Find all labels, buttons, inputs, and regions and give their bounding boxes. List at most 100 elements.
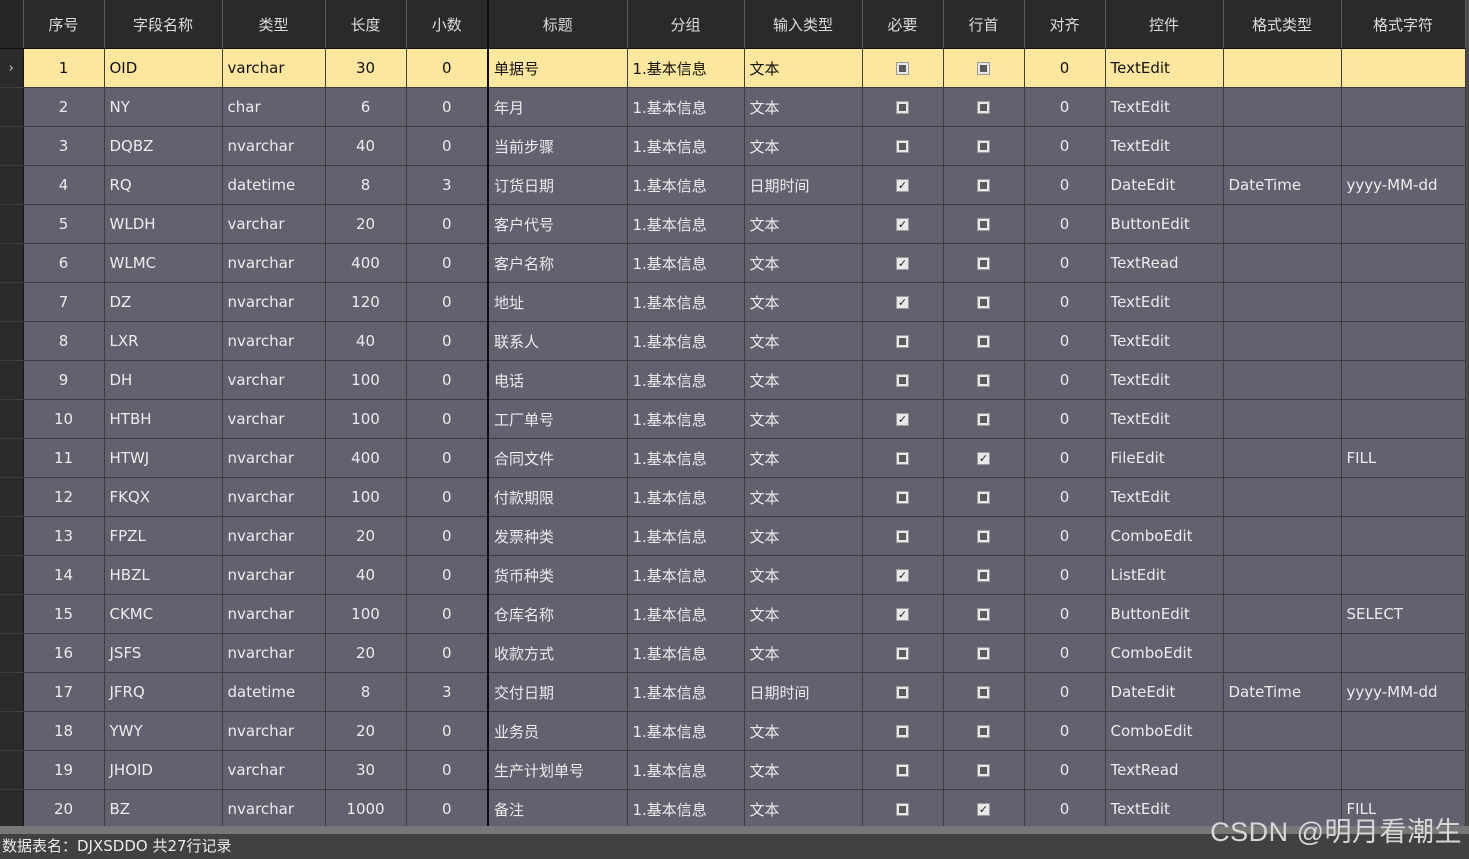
cell-control[interactable]: TextEdit: [1105, 477, 1224, 517]
cell-align[interactable]: 0: [1024, 711, 1106, 751]
cell-group[interactable]: 1.基本信息: [627, 48, 745, 88]
cell-seq[interactable]: 17: [23, 672, 105, 712]
cell-group[interactable]: 1.基本信息: [627, 789, 745, 826]
unchecked-checkbox[interactable]: [977, 530, 990, 543]
cell-length[interactable]: 120: [325, 282, 407, 322]
row-indicator[interactable]: [0, 321, 24, 361]
cell-decimal[interactable]: 0: [406, 126, 489, 166]
cell-group[interactable]: 1.基本信息: [627, 360, 745, 400]
cell-required[interactable]: [862, 633, 944, 673]
cell-group[interactable]: 1.基本信息: [627, 633, 745, 673]
cell-length[interactable]: 1000: [325, 789, 407, 826]
cell-field-name[interactable]: JSFS: [104, 633, 223, 673]
cell-row-head[interactable]: [943, 282, 1025, 322]
cell-type[interactable]: varchar: [222, 48, 326, 88]
column-header-title[interactable]: 标题: [488, 0, 628, 49]
cell-title[interactable]: 订货日期: [488, 165, 628, 205]
cell-input-type[interactable]: 文本: [744, 204, 863, 244]
cell-control[interactable]: ListEdit: [1105, 555, 1224, 595]
cell-field-name[interactable]: YWY: [104, 711, 223, 751]
cell-format-type[interactable]: DateTime: [1223, 672, 1342, 712]
cell-row-head[interactable]: [943, 555, 1025, 595]
cell-row-head[interactable]: [943, 594, 1025, 634]
cell-length[interactable]: 40: [325, 321, 407, 361]
unchecked-checkbox[interactable]: [896, 335, 909, 348]
checked-checkbox[interactable]: ✓: [896, 569, 909, 582]
column-header-field-name[interactable]: 字段名称: [104, 0, 223, 49]
cell-align[interactable]: 0: [1024, 126, 1106, 166]
unchecked-checkbox[interactable]: [896, 62, 909, 75]
cell-required[interactable]: [862, 360, 944, 400]
cell-seq[interactable]: 14: [23, 555, 105, 595]
column-header-seq[interactable]: 序号: [23, 0, 105, 49]
cell-required[interactable]: [862, 672, 944, 712]
horizontal-scrollbar[interactable]: [0, 826, 1469, 834]
cell-seq[interactable]: 5: [23, 204, 105, 244]
cell-title[interactable]: 电话: [488, 360, 628, 400]
table-row[interactable]: 5 WLDH varchar 20 0 客户代号 1.基本信息 文本 ✓ 0 ButtonEdit: [0, 204, 1466, 244]
cell-title[interactable]: 客户代号: [488, 204, 628, 244]
cell-control[interactable]: TextEdit: [1105, 321, 1224, 361]
cell-field-name[interactable]: BZ: [104, 789, 223, 826]
cell-length[interactable]: 8: [325, 165, 407, 205]
cell-required[interactable]: [862, 789, 944, 826]
cell-group[interactable]: 1.基本信息: [627, 204, 745, 244]
unchecked-checkbox[interactable]: [896, 686, 909, 699]
cell-control[interactable]: DateEdit: [1105, 165, 1224, 205]
cell-format-string[interactable]: [1341, 87, 1466, 127]
cell-format-string[interactable]: [1341, 399, 1466, 439]
cell-group[interactable]: 1.基本信息: [627, 672, 745, 712]
cell-format-type[interactable]: [1223, 321, 1342, 361]
cell-decimal[interactable]: 0: [406, 711, 489, 751]
cell-format-type[interactable]: [1223, 750, 1342, 790]
table-row[interactable]: 20 BZ nvarchar 1000 0 备注 1.基本信息 文本 ✓ 0 TextEdit FIL…: [0, 789, 1466, 826]
cell-title[interactable]: 货币种类: [488, 555, 628, 595]
cell-format-string[interactable]: [1341, 243, 1466, 283]
row-indicator[interactable]: [0, 399, 24, 439]
row-indicator[interactable]: [0, 282, 24, 322]
cell-decimal[interactable]: 0: [406, 282, 489, 322]
cell-format-string[interactable]: [1341, 48, 1466, 88]
cell-type[interactable]: nvarchar: [222, 594, 326, 634]
cell-row-head[interactable]: [943, 477, 1025, 517]
cell-seq[interactable]: 2: [23, 87, 105, 127]
row-indicator[interactable]: [0, 126, 24, 166]
row-indicator[interactable]: [0, 750, 24, 790]
row-indicator[interactable]: [0, 165, 24, 205]
cell-title[interactable]: 业务员: [488, 711, 628, 751]
cell-format-type[interactable]: [1223, 243, 1342, 283]
cell-format-type[interactable]: [1223, 789, 1342, 826]
unchecked-checkbox[interactable]: [977, 335, 990, 348]
cell-length[interactable]: 400: [325, 438, 407, 478]
cell-field-name[interactable]: HBZL: [104, 555, 223, 595]
cell-format-type[interactable]: [1223, 555, 1342, 595]
cell-title[interactable]: 交付日期: [488, 672, 628, 712]
cell-control[interactable]: TextEdit: [1105, 282, 1224, 322]
cell-field-name[interactable]: DZ: [104, 282, 223, 322]
cell-title[interactable]: 付款期限: [488, 477, 628, 517]
cell-format-string[interactable]: [1341, 711, 1466, 751]
table-row[interactable]: 16 JSFS nvarchar 20 0 收款方式 1.基本信息 文本 0 ComboEdit: [0, 633, 1466, 673]
cell-required[interactable]: [862, 711, 944, 751]
table-row[interactable]: 19 JHOID varchar 30 0 生产计划单号 1.基本信息 文本 0 TextRead: [0, 750, 1466, 790]
cell-type[interactable]: datetime: [222, 165, 326, 205]
cell-title[interactable]: 合同文件: [488, 438, 628, 478]
cell-align[interactable]: 0: [1024, 672, 1106, 712]
cell-align[interactable]: 0: [1024, 87, 1106, 127]
cell-required[interactable]: ✓: [862, 399, 944, 439]
cell-type[interactable]: nvarchar: [222, 477, 326, 517]
cell-type[interactable]: nvarchar: [222, 516, 326, 556]
cell-control[interactable]: TextEdit: [1105, 360, 1224, 400]
cell-seq[interactable]: 7: [23, 282, 105, 322]
table-row[interactable]: 8 LXR nvarchar 40 0 联系人 1.基本信息 文本 0 TextEdit: [0, 321, 1466, 361]
cell-type[interactable]: datetime: [222, 672, 326, 712]
table-row[interactable]: 10 HTBH varchar 100 0 工厂单号 1.基本信息 文本 ✓ 0 TextEdit: [0, 399, 1466, 439]
cell-length[interactable]: 400: [325, 243, 407, 283]
cell-required[interactable]: [862, 126, 944, 166]
cell-format-string[interactable]: [1341, 555, 1466, 595]
column-header-input-type[interactable]: 输入类型: [744, 0, 863, 49]
cell-required[interactable]: ✓: [862, 282, 944, 322]
cell-format-string[interactable]: [1341, 126, 1466, 166]
unchecked-checkbox[interactable]: [896, 374, 909, 387]
cell-field-name[interactable]: DQBZ: [104, 126, 223, 166]
